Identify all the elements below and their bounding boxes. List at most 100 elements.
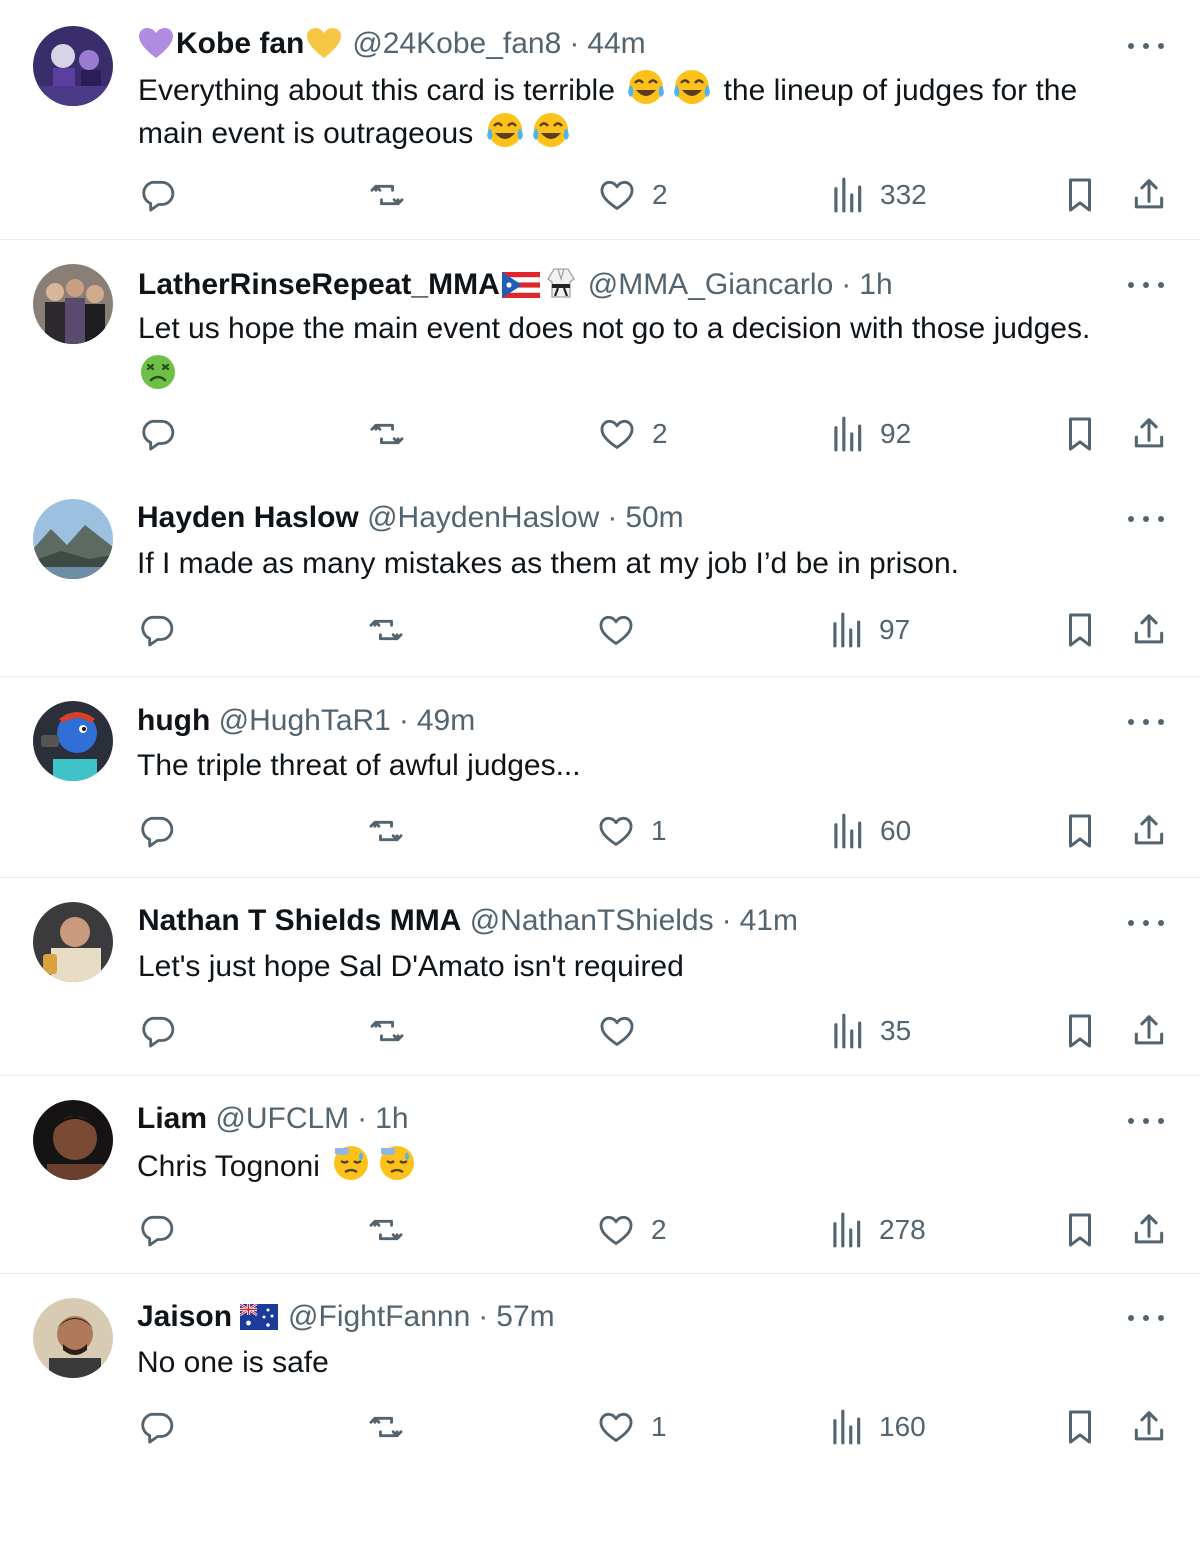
like-button[interactable]: 1: [597, 812, 667, 850]
share-button[interactable]: [1130, 176, 1168, 214]
reply-button[interactable]: [138, 176, 176, 214]
bookmark-button[interactable]: [1062, 812, 1098, 850]
tweet[interactable]: Hayden Haslow @HaydenHaslow · 50m If I mad…: [0, 475, 1200, 677]
share-icon: [1130, 812, 1168, 850]
retweet-icon: [367, 1211, 405, 1249]
retweet-button[interactable]: [367, 1408, 405, 1446]
retweet-icon: [368, 176, 406, 214]
avatar[interactable]: [33, 1100, 113, 1180]
share-icon: [1130, 611, 1168, 649]
views-button[interactable]: 332: [830, 176, 927, 214]
tweet[interactable]: LatherRinseRepeat_MMA @MMA_Giancarlo · 1h L…: [0, 240, 1200, 475]
bookmark-button[interactable]: [1062, 1408, 1098, 1446]
views-button[interactable]: 60: [830, 812, 911, 850]
reply-feed: Kobe fan @24Kobe_fan8 · 44m Everything abou…: [0, 0, 1200, 1553]
display-name[interactable]: LatherRinseRepeat_MMA: [138, 268, 500, 301]
avatar[interactable]: [33, 499, 113, 579]
share-button[interactable]: [1130, 415, 1168, 453]
share-button[interactable]: [1130, 611, 1168, 649]
more-icon[interactable]: [1128, 710, 1164, 734]
user-handle[interactable]: @UFCLM: [215, 1102, 349, 1135]
more-icon[interactable]: [1128, 911, 1164, 935]
avatar[interactable]: [33, 701, 113, 781]
reply-button[interactable]: [137, 1211, 175, 1249]
share-button[interactable]: [1130, 812, 1168, 850]
timestamp[interactable]: 49m: [417, 704, 475, 737]
reply-button[interactable]: [137, 1408, 175, 1446]
tweet-text-part: main event is outrageous: [138, 117, 474, 150]
views-button[interactable]: 278: [829, 1211, 926, 1249]
display-name[interactable]: Nathan T Shields MMA: [138, 904, 461, 937]
avatar[interactable]: [33, 264, 113, 344]
retweet-button[interactable]: [368, 415, 406, 453]
more-icon[interactable]: [1128, 507, 1164, 531]
reply-button[interactable]: [138, 415, 176, 453]
bookmark-icon: [1062, 176, 1098, 214]
more-icon[interactable]: [1128, 273, 1164, 297]
reply-button[interactable]: [138, 1012, 176, 1050]
tweet-text: No one is safe: [137, 1342, 1137, 1383]
user-handle[interactable]: @24Kobe_fan8: [352, 27, 561, 60]
bookmark-button[interactable]: [1062, 176, 1098, 214]
like-icon: [598, 415, 636, 453]
retweet-icon: [367, 812, 405, 850]
tweet[interactable]: Nathan T Shields MMA @NathanTShields · 41m…: [0, 878, 1200, 1076]
user-handle[interactable]: @MMA_Giancarlo: [588, 268, 834, 301]
user-handle[interactable]: @NathanTShields: [470, 904, 714, 937]
tweet[interactable]: Liam @UFCLM · 1h Chris Tognoni 2 278: [0, 1076, 1200, 1274]
timestamp[interactable]: 50m: [625, 501, 683, 534]
views-button[interactable]: 97: [829, 611, 910, 649]
share-button[interactable]: [1130, 1211, 1168, 1249]
more-icon[interactable]: [1128, 34, 1164, 58]
user-handle[interactable]: @HaydenHaslow: [367, 501, 599, 534]
share-button[interactable]: [1130, 1012, 1168, 1050]
user-handle[interactable]: @FightFannn: [288, 1300, 470, 1333]
views-button[interactable]: 160: [829, 1408, 926, 1446]
views-button[interactable]: 92: [830, 415, 911, 453]
user-handle[interactable]: @HughTaR1: [219, 704, 391, 737]
retweet-button[interactable]: [367, 611, 405, 649]
timestamp[interactable]: 44m: [587, 27, 645, 60]
avatar[interactable]: [33, 26, 113, 106]
timestamp[interactable]: 1h: [859, 268, 892, 301]
bookmark-button[interactable]: [1062, 1211, 1098, 1249]
retweet-button[interactable]: [368, 176, 406, 214]
tweet[interactable]: Jaison @FightFannn · 57m No one is safe 1 1…: [0, 1274, 1200, 1494]
like-button[interactable]: 2: [597, 1211, 667, 1249]
more-icon[interactable]: [1128, 1109, 1164, 1133]
reply-icon: [138, 176, 176, 214]
retweet-button[interactable]: [367, 812, 405, 850]
display-name[interactable]: Jaison: [137, 1300, 232, 1333]
tweet[interactable]: hugh @HughTaR1 · 49m The triple threat of …: [0, 677, 1200, 878]
display-name[interactable]: Kobe fan: [176, 27, 304, 60]
share-button[interactable]: [1130, 1408, 1168, 1446]
avatar[interactable]: [33, 902, 113, 982]
tweet[interactable]: Kobe fan @24Kobe_fan8 · 44m Everything abou…: [0, 0, 1200, 240]
like-button[interactable]: 1: [597, 1408, 667, 1446]
bookmark-button[interactable]: [1062, 611, 1098, 649]
tears-of-joy-icon: [626, 68, 666, 106]
reply-button[interactable]: [137, 611, 175, 649]
timestamp[interactable]: 57m: [496, 1300, 554, 1333]
bookmark-button[interactable]: [1062, 1012, 1098, 1050]
like-button[interactable]: 2: [598, 415, 668, 453]
like-button[interactable]: [598, 1012, 652, 1050]
tears-of-joy-icon: [485, 111, 525, 149]
retweet-button[interactable]: [368, 1012, 406, 1050]
bookmark-icon: [1062, 611, 1098, 649]
bookmark-button[interactable]: [1062, 415, 1098, 453]
like-button[interactable]: 2: [598, 176, 668, 214]
display-name[interactable]: Liam: [137, 1102, 207, 1135]
timestamp[interactable]: 1h: [375, 1102, 408, 1135]
like-icon: [597, 1211, 635, 1249]
avatar[interactable]: [33, 1298, 113, 1378]
reply-button[interactable]: [137, 812, 175, 850]
display-name[interactable]: hugh: [137, 704, 210, 737]
like-count: 2: [651, 1214, 667, 1245]
more-icon[interactable]: [1128, 1306, 1164, 1330]
display-name[interactable]: Hayden Haslow: [137, 501, 359, 534]
retweet-button[interactable]: [367, 1211, 405, 1249]
timestamp[interactable]: 41m: [740, 904, 798, 937]
views-button[interactable]: 35: [830, 1012, 911, 1050]
like-button[interactable]: [597, 611, 651, 649]
